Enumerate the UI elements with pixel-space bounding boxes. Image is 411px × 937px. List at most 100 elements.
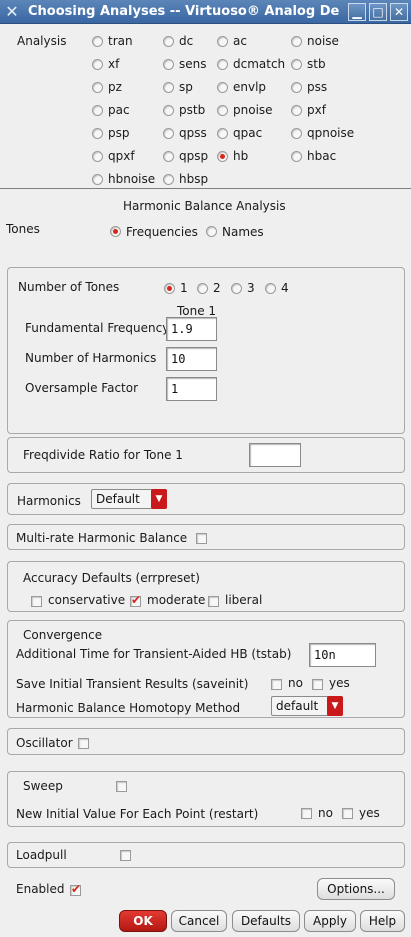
- analysis-radio-hbac[interactable]: [291, 151, 302, 162]
- homotopy-select[interactable]: default ▼: [271, 696, 343, 716]
- analysis-label-pac: pac: [108, 103, 130, 117]
- tones-frequencies-label: Frequencies: [126, 225, 198, 239]
- homotopy-value: default: [276, 699, 319, 713]
- num-tones-3-radio[interactable]: [231, 283, 242, 294]
- enabled-checkbox[interactable]: [70, 882, 81, 896]
- tones-names-radio[interactable]: [206, 226, 217, 237]
- freqdivide-input[interactable]: [249, 443, 301, 467]
- help-button[interactable]: Help: [360, 910, 405, 932]
- analysis-radio-qpxf[interactable]: [92, 151, 103, 162]
- analysis-radio-pxf[interactable]: [291, 105, 302, 116]
- num-tones-4-radio[interactable]: [265, 283, 276, 294]
- oscillator-label: Oscillator: [16, 736, 73, 750]
- analysis-radio-pnoise[interactable]: [217, 105, 228, 116]
- ok-button[interactable]: OK: [119, 910, 167, 932]
- saveinit-label: Save Initial Transient Results (saveinit…: [16, 677, 249, 691]
- sweep-checkbox[interactable]: [116, 781, 127, 792]
- analysis-label-sp: sp: [179, 80, 193, 94]
- cancel-button[interactable]: Cancel: [171, 910, 227, 932]
- tstab-input[interactable]: 10n: [309, 643, 376, 667]
- analysis-label-hb: hb: [233, 149, 249, 163]
- sweep-label: Sweep: [23, 779, 63, 793]
- fund-freq-label: Fundamental Frequency: [25, 321, 170, 335]
- oversample-input[interactable]: 1: [166, 377, 217, 401]
- analysis-label-qpsp: qpsp: [179, 149, 209, 163]
- analysis-label-pz: pz: [108, 80, 122, 94]
- multirate-label: Multi-rate Harmonic Balance: [16, 531, 188, 545]
- analysis-radio-qpss[interactable]: [163, 128, 174, 139]
- defaults-button[interactable]: Defaults: [232, 910, 300, 932]
- oscillator-checkbox[interactable]: [78, 738, 89, 749]
- analysis-radio-qpac[interactable]: [217, 128, 228, 139]
- analysis-label-xf: xf: [108, 57, 120, 71]
- window-title: Choosing Analyses -- Virtuoso® Analog De: [28, 4, 340, 19]
- analysis-radio-hbnoise[interactable]: [92, 174, 103, 185]
- num-tones-2-radio[interactable]: [197, 283, 208, 294]
- analysis-radio-pstb[interactable]: [163, 105, 174, 116]
- accuracy-conservative-label: conservative: [48, 593, 126, 607]
- analysis-radio-qpnoise[interactable]: [291, 128, 302, 139]
- num-harm-input[interactable]: 10: [166, 347, 217, 371]
- analysis-radio-hbsp[interactable]: [163, 174, 174, 185]
- chevron-down-icon: ▼: [151, 489, 167, 509]
- restart-no-checkbox[interactable]: [301, 808, 312, 819]
- analysis-label-qpac: qpac: [233, 126, 263, 140]
- analysis-radio-envlp[interactable]: [217, 82, 228, 93]
- minimize-icon[interactable]: ▁: [348, 2, 366, 21]
- harmonics-label: Harmonics: [17, 494, 81, 508]
- analysis-radio-qpsp[interactable]: [163, 151, 174, 162]
- accuracy-label: Accuracy Defaults (errpreset): [23, 571, 200, 585]
- analysis-radio-psp[interactable]: [92, 128, 103, 139]
- analysis-radio-pz[interactable]: [92, 82, 103, 93]
- analysis-radio-dcmatch[interactable]: [217, 59, 228, 70]
- analysis-label-stb: stb: [307, 57, 326, 71]
- analysis-radio-pss[interactable]: [291, 82, 302, 93]
- analysis-label-qpnoise: qpnoise: [307, 126, 355, 140]
- num-tones-4-label: 4: [281, 281, 289, 295]
- analysis-radio-sp[interactable]: [163, 82, 174, 93]
- num-tones-1-radio[interactable]: [164, 283, 175, 294]
- analysis-radio-stb[interactable]: [291, 59, 302, 70]
- maximize-icon[interactable]: □: [369, 2, 387, 21]
- apply-button[interactable]: Apply: [304, 910, 356, 932]
- analysis-radio-noise[interactable]: [291, 36, 302, 47]
- loadpull-label: Loadpull: [16, 848, 67, 862]
- close-icon[interactable]: ✕: [390, 2, 408, 21]
- num-tones-2-label: 2: [213, 281, 221, 295]
- loadpull-checkbox[interactable]: [120, 850, 131, 861]
- options-button[interactable]: Options...: [317, 878, 395, 900]
- analysis-label: Analysis: [17, 34, 67, 48]
- accuracy-moderate-checkbox[interactable]: [130, 593, 141, 607]
- tones-label: Tones: [6, 222, 40, 236]
- analysis-label-hbsp: hbsp: [179, 172, 209, 186]
- analysis-label-hbac: hbac: [307, 149, 337, 163]
- analysis-radio-ac[interactable]: [217, 36, 228, 47]
- num-tones-3-label: 3: [247, 281, 255, 295]
- analysis-label-qpss: qpss: [179, 126, 207, 140]
- accuracy-conservative-checkbox[interactable]: [31, 596, 42, 607]
- analysis-label-ac: ac: [233, 34, 247, 48]
- analysis-radio-pac[interactable]: [92, 105, 103, 116]
- tones-frequencies-radio[interactable]: [110, 226, 121, 237]
- analysis-radio-tran[interactable]: [92, 36, 103, 47]
- analysis-label-hbnoise: hbnoise: [108, 172, 156, 186]
- accuracy-liberal-checkbox[interactable]: [208, 596, 219, 607]
- accuracy-liberal-label: liberal: [225, 593, 263, 607]
- analysis-label-envlp: envlp: [233, 80, 267, 94]
- saveinit-yes-checkbox[interactable]: [312, 679, 323, 690]
- section-heading: Harmonic Balance Analysis: [123, 199, 286, 213]
- multirate-checkbox[interactable]: [196, 533, 207, 544]
- analysis-radio-xf[interactable]: [92, 59, 103, 70]
- harmonics-select[interactable]: Default ▼: [91, 489, 167, 509]
- harmonics-value: Default: [96, 492, 140, 506]
- saveinit-no-checkbox[interactable]: [271, 679, 282, 690]
- analysis-radio-hb[interactable]: [217, 151, 228, 162]
- analysis-radio-dc[interactable]: [163, 36, 174, 47]
- restart-yes-checkbox[interactable]: [342, 808, 353, 819]
- title-bar[interactable]: ✕ Choosing Analyses -- Virtuoso® Analog …: [0, 0, 411, 24]
- homotopy-label: Harmonic Balance Homotopy Method: [16, 701, 241, 715]
- analysis-radio-sens[interactable]: [163, 59, 174, 70]
- fund-freq-input[interactable]: 1.9: [166, 317, 217, 341]
- analysis-label-dcmatch: dcmatch: [233, 57, 286, 71]
- analysis-label-psp: psp: [108, 126, 130, 140]
